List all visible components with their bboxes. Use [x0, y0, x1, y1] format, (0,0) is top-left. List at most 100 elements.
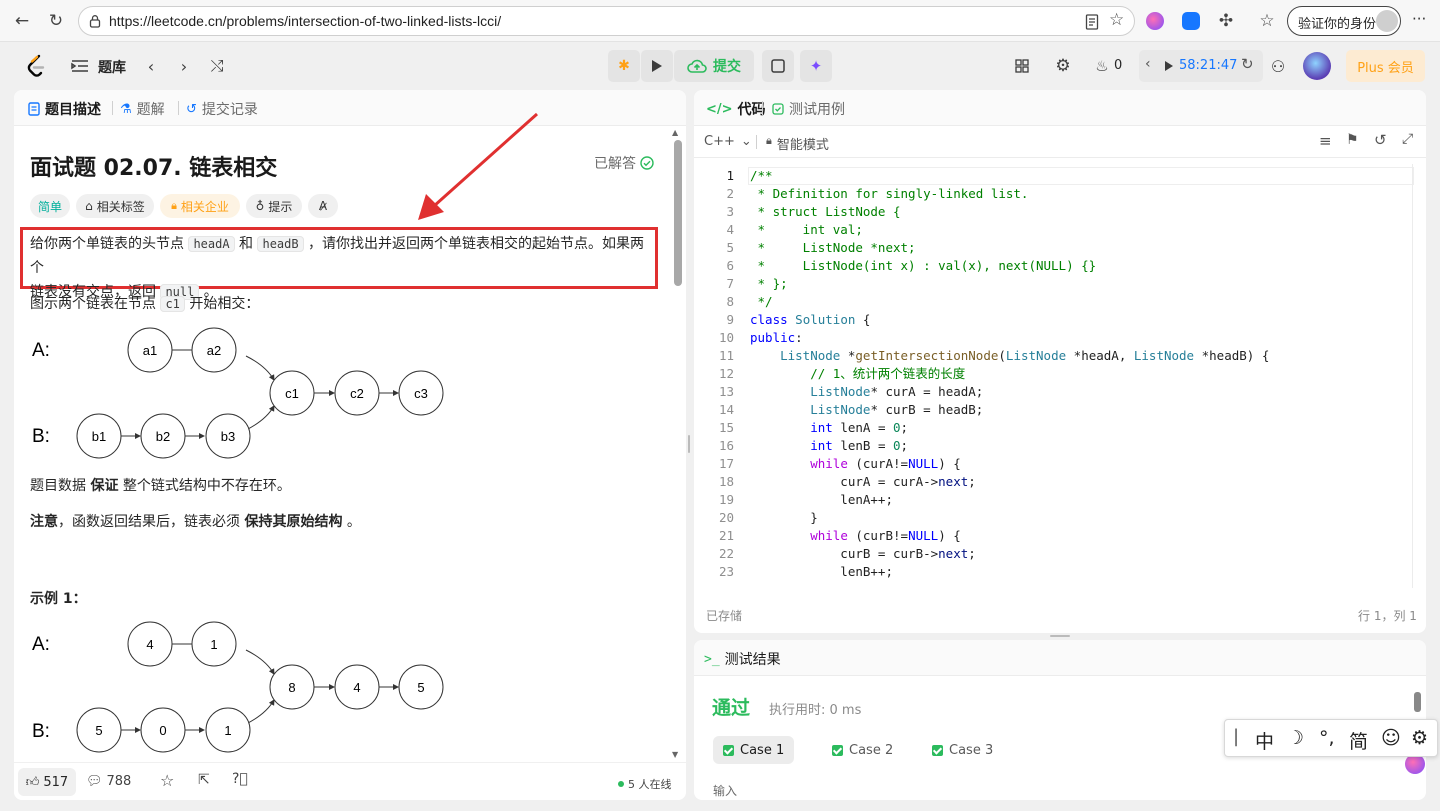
- text-bold: 保证: [90, 478, 119, 494]
- bookmark-icon[interactable]: ⚑: [1346, 132, 1359, 148]
- scroll-down-icon[interactable]: ▼: [672, 750, 678, 759]
- code-line[interactable]: 8 */: [694, 293, 1414, 311]
- emoji-icon[interactable]: ☺: [1381, 727, 1401, 749]
- line-number: 10: [718, 330, 734, 345]
- reader-view-icon[interactable]: [1085, 14, 1099, 30]
- code-line[interactable]: 6 * ListNode(int x) : val(x), next(NULL)…: [694, 257, 1414, 275]
- timer-play-icon[interactable]: [1164, 60, 1174, 72]
- settings-gear-icon[interactable]: ⚙: [1051, 54, 1075, 78]
- debug-button[interactable]: ✱: [608, 50, 640, 82]
- tab-solutions[interactable]: ⚗ 题解: [120, 99, 165, 119]
- hint-button[interactable]: ♁ 提示: [246, 194, 302, 218]
- case-tab-1[interactable]: Case 1: [713, 736, 795, 764]
- punctuation-icon[interactable]: °,: [1319, 727, 1335, 749]
- smart-mode-toggle[interactable]: 🔒︎ 智能模式: [766, 134, 829, 153]
- reset-code-icon[interactable]: ↺: [1374, 131, 1387, 149]
- favorite-star-icon[interactable]: ☆: [1109, 10, 1124, 30]
- scroll-up-icon[interactable]: ▲: [672, 128, 678, 137]
- code-line[interactable]: 16 int lenB = 0;: [694, 437, 1414, 455]
- add-friend-icon[interactable]: ⚇: [1266, 54, 1290, 78]
- notes-button[interactable]: [762, 50, 794, 82]
- shuffle-icon[interactable]: ⤭: [205, 54, 229, 78]
- ime-settings-icon[interactable]: ⚙: [1411, 727, 1428, 749]
- code-line[interactable]: 1 /**: [694, 167, 1414, 185]
- plus-membership-button[interactable]: Plus 会员: [1346, 50, 1425, 82]
- reload-icon[interactable]: ↻: [44, 9, 68, 33]
- code-line[interactable]: 3 * struct ListNode {: [694, 203, 1414, 221]
- code-line[interactable]: 2 * Definition for singly-linked list.: [694, 185, 1414, 203]
- verify-identity-button[interactable]: 验证你的身份: [1287, 6, 1401, 36]
- problem-list-icon[interactable]: [71, 59, 89, 73]
- problem-list-link[interactable]: 题库: [98, 57, 126, 77]
- format-icon[interactable]: ≡: [1319, 132, 1332, 150]
- streak-flame-icon[interactable]: ♨: [1090, 54, 1114, 78]
- code-line[interactable]: 17 while (curA!=NULL) {: [694, 455, 1414, 473]
- comments-button[interactable]: 💬︎ 788: [86, 774, 131, 789]
- help-circle-icon[interactable]: ?⃝: [232, 771, 248, 787]
- code-line[interactable]: 14 ListNode* curB = headB;: [694, 401, 1414, 419]
- translate-icon[interactable]: A̷: [308, 194, 338, 218]
- code-line[interactable]: 22 curB = curB->next;: [694, 545, 1414, 563]
- ime-toolbar: | 中 ☽ °, 简 ☺ ⚙: [1224, 719, 1438, 757]
- extension-bird-icon[interactable]: [1182, 12, 1200, 30]
- code-line[interactable]: 7 * };: [694, 275, 1414, 293]
- user-avatar[interactable]: [1303, 52, 1331, 80]
- timer-collapse-icon[interactable]: ‹: [1145, 56, 1151, 72]
- tab-submissions[interactable]: ↺ 提交记录: [186, 99, 258, 119]
- lock-icon[interactable]: [88, 14, 102, 28]
- submit-button[interactable]: 提交: [674, 50, 754, 82]
- more-menu-icon[interactable]: ···: [1412, 10, 1426, 28]
- code-area[interactable]: 1 /** 2 * Definition for singly-linked lis…: [694, 166, 1414, 590]
- related-companies-button[interactable]: 🔒︎ 相关企业: [160, 194, 240, 218]
- tab-description[interactable]: 题目描述: [28, 99, 101, 119]
- leetcode-logo-icon[interactable]: [26, 54, 46, 78]
- case-tab-2[interactable]: Case 2: [822, 736, 903, 764]
- timer-widget[interactable]: ‹ 58:21:47 ↻: [1139, 50, 1263, 82]
- address-bar[interactable]: https://leetcode.cn/problems/intersectio…: [78, 6, 1135, 36]
- language-select[interactable]: C++ ⌄: [704, 134, 752, 149]
- tab-testcase[interactable]: 测试用例: [772, 99, 845, 119]
- tab-code[interactable]: </> 代码: [706, 99, 766, 119]
- code-line[interactable]: 19 lenA++;: [694, 491, 1414, 509]
- code-line[interactable]: 21 while (curB!=NULL) {: [694, 527, 1414, 545]
- share-icon[interactable]: ⇱: [198, 772, 210, 788]
- code-line[interactable]: 9 class Solution {: [694, 311, 1414, 329]
- code-line[interactable]: 13 ListNode* curA = headA;: [694, 383, 1414, 401]
- next-problem-icon[interactable]: ›: [172, 54, 196, 78]
- related-tags-button[interactable]: ⌂ 相关标签: [76, 194, 154, 218]
- ai-assist-button[interactable]: ✦: [800, 50, 832, 82]
- tab-test-result[interactable]: >_ 测试结果: [704, 649, 781, 669]
- ime-chinese-toggle[interactable]: 中: [1255, 727, 1274, 754]
- favorites-icon[interactable]: ☆: [1255, 9, 1279, 33]
- vertical-split-handle[interactable]: [688, 435, 690, 453]
- copilot-float-icon[interactable]: [1405, 754, 1425, 774]
- code-line[interactable]: 10 public:: [694, 329, 1414, 347]
- code-line[interactable]: 15 int lenA = 0;: [694, 419, 1414, 437]
- code-line[interactable]: 12 // 1、统计两个链表的长度: [694, 365, 1414, 383]
- run-button[interactable]: [641, 50, 673, 82]
- copilot-brain-icon[interactable]: [1146, 12, 1164, 30]
- ime-simplified-toggle[interactable]: 简: [1349, 727, 1368, 754]
- code-line[interactable]: 11 ListNode *getIntersectionNode(ListNod…: [694, 347, 1414, 365]
- code-line[interactable]: 5 * ListNode *next;: [694, 239, 1414, 257]
- timer-reset-icon[interactable]: ↻: [1241, 55, 1254, 73]
- fullscreen-icon[interactable]: ⤢: [1402, 131, 1413, 147]
- horizontal-split-handle[interactable]: [1050, 635, 1070, 637]
- description-scrollbar-thumb[interactable]: [674, 140, 682, 286]
- ime-drag-handle[interactable]: |: [1233, 726, 1239, 747]
- layout-grid-icon[interactable]: [1010, 54, 1034, 78]
- code-line[interactable]: 23 lenB++;: [694, 563, 1414, 581]
- favorite-star-icon[interactable]: ☆: [160, 771, 174, 790]
- back-icon[interactable]: ←: [10, 9, 34, 33]
- prev-problem-icon[interactable]: ‹: [139, 54, 163, 78]
- difficulty-badge[interactable]: 简单: [30, 194, 70, 218]
- extensions-puzzle-icon[interactable]: ✣: [1214, 9, 1238, 33]
- code-line[interactable]: 18 curA = curA->next;: [694, 473, 1414, 491]
- result-scrollbar-thumb[interactable]: [1414, 692, 1421, 712]
- like-button[interactable]: 👍︎ 517: [18, 768, 76, 796]
- code-line[interactable]: 4 * int val;: [694, 221, 1414, 239]
- moon-icon[interactable]: ☽: [1287, 727, 1304, 749]
- editor-scrollbar-track[interactable]: [1412, 164, 1413, 588]
- code-line[interactable]: 20 }: [694, 509, 1414, 527]
- case-tab-3[interactable]: Case 3: [922, 736, 1003, 764]
